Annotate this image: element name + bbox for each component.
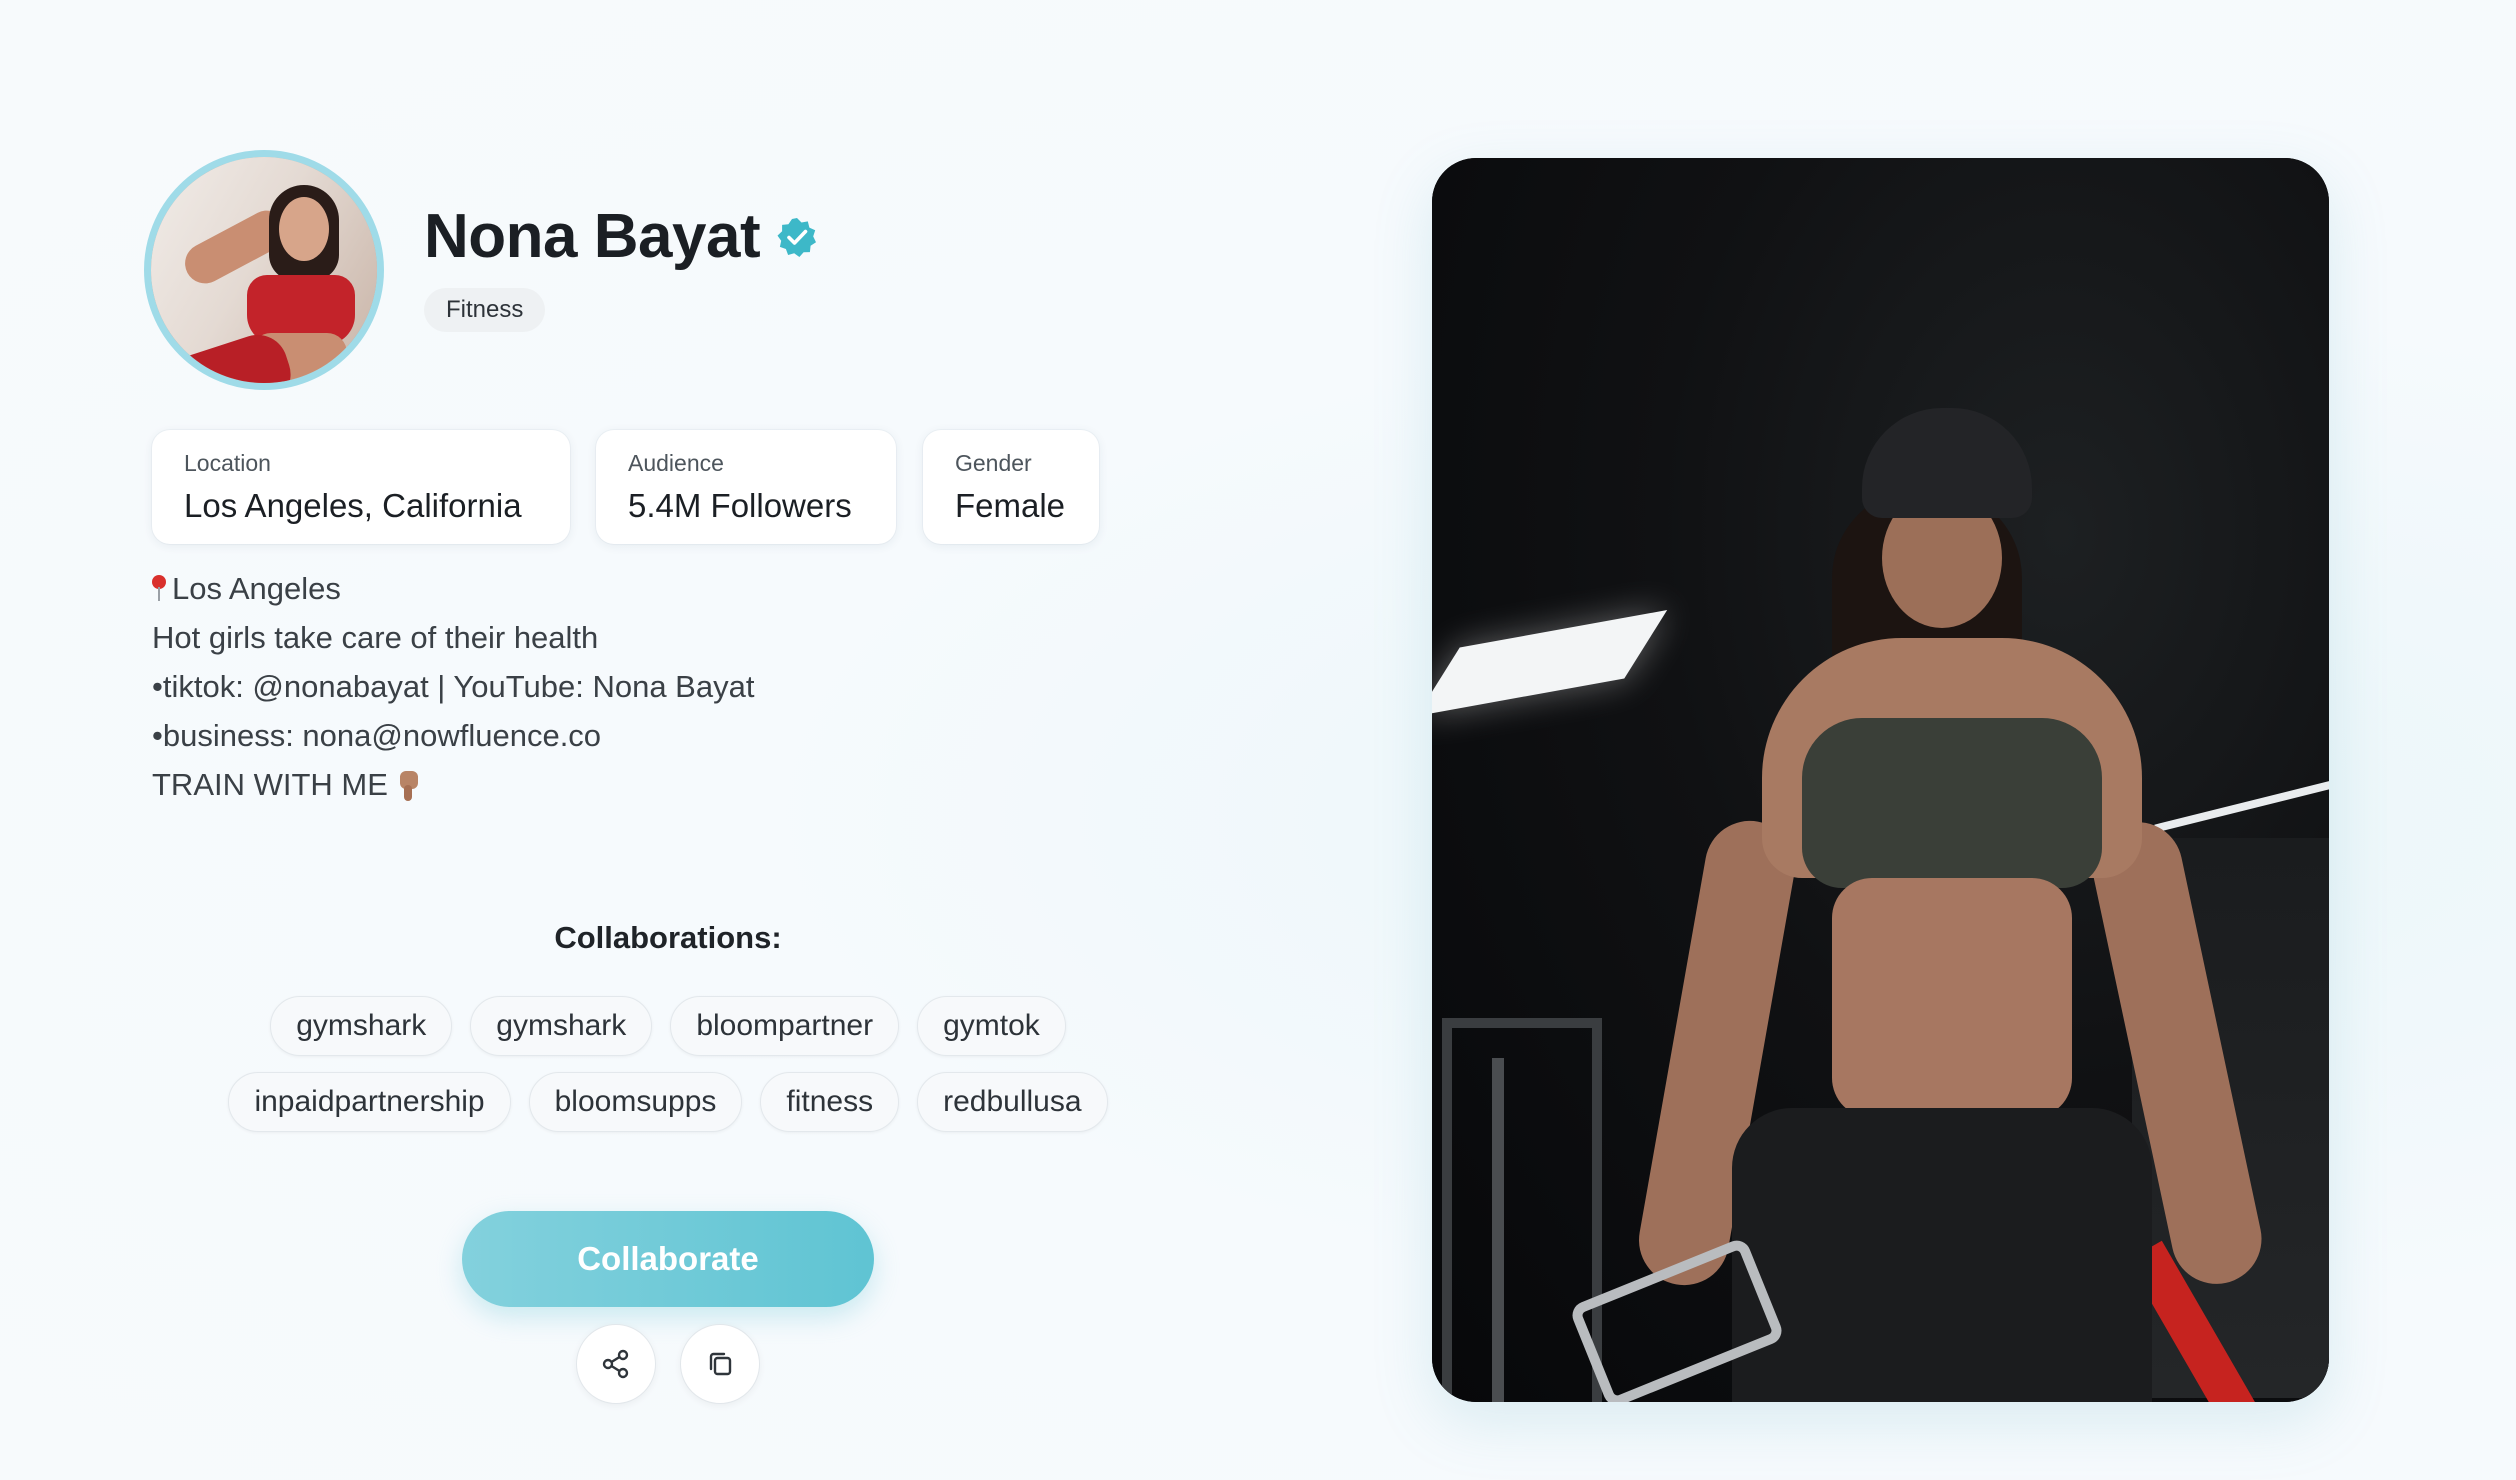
- bio-line: Los Angeles: [152, 564, 1252, 613]
- bio-line: Hot girls take care of their health: [152, 620, 599, 655]
- bio-line-text: Los Angeles: [172, 571, 341, 606]
- collaboration-tag[interactable]: gymshark: [470, 996, 653, 1056]
- gender-label: Gender: [955, 450, 1032, 476]
- video-figure-pants: [1732, 1108, 2152, 1402]
- bio-line-text: TRAIN WITH ME: [152, 767, 388, 802]
- video-figure-torso: [1832, 878, 2072, 1118]
- profile-header: Nona Bayat: [424, 206, 818, 268]
- gender-card: Gender Female: [923, 430, 1099, 544]
- verified-badge-icon: [776, 216, 818, 258]
- profile-name: Nona Bayat: [424, 202, 761, 271]
- category-tag: Fitness: [424, 288, 546, 332]
- location-value: Los Angeles, California: [184, 486, 522, 524]
- location-card: Location Los Angeles, California: [152, 430, 570, 544]
- collaborations-row: gymshark gymshark bloompartner gymtok: [0, 996, 1336, 1056]
- location-label: Location: [184, 450, 271, 476]
- profile-video[interactable]: [1432, 158, 2329, 1402]
- collaboration-tag[interactable]: bloomsupps: [528, 1072, 743, 1132]
- gender-value: Female: [955, 486, 1066, 524]
- bio-line: TRAIN WITH ME: [152, 760, 1252, 809]
- avatar-figure-face: [279, 197, 329, 261]
- collaborations-row: inpaidpartnership bloomsupps fitness red…: [0, 1072, 1336, 1132]
- collaboration-tag[interactable]: inpaidpartnership: [228, 1072, 511, 1132]
- copy-icon: [709, 1352, 732, 1376]
- video-gym-rack-bar: [1492, 1058, 1504, 1402]
- video-gym-rack: [1442, 1018, 1602, 1402]
- round-pushpin-icon: [152, 573, 166, 603]
- share-button[interactable]: [576, 1324, 656, 1404]
- avatar: [144, 150, 384, 390]
- pointing-down-hand-icon: [398, 771, 420, 801]
- collaborations-title: Collaborations:: [554, 920, 782, 955]
- collaboration-tag[interactable]: bloompartner: [670, 996, 900, 1056]
- audience-card: Audience 5.4M Followers: [596, 430, 896, 544]
- audience-label: Audience: [628, 450, 724, 476]
- profile-page: Nona Bayat Fitness Location Los Angeles,…: [0, 0, 2516, 1480]
- bio-line: •tiktok: @nonabayat | YouTube: Nona Baya…: [152, 669, 755, 704]
- collaboration-tag[interactable]: fitness: [760, 1072, 900, 1132]
- share-icon: [602, 1349, 629, 1379]
- collaborate-button[interactable]: Collaborate: [462, 1211, 874, 1307]
- collaboration-tag[interactable]: redbullusa: [917, 1072, 1108, 1132]
- copy-button[interactable]: [680, 1324, 760, 1404]
- bio-line: •business: nona@nowfluence.co: [152, 718, 602, 753]
- collaboration-tag[interactable]: gymtok: [917, 996, 1066, 1056]
- bio: Los Angeles Hot girls take care of their…: [152, 564, 1252, 809]
- video-figure-top: [1802, 718, 2102, 888]
- audience-value: 5.4M Followers: [628, 486, 852, 524]
- collaboration-tag[interactable]: gymshark: [270, 996, 453, 1056]
